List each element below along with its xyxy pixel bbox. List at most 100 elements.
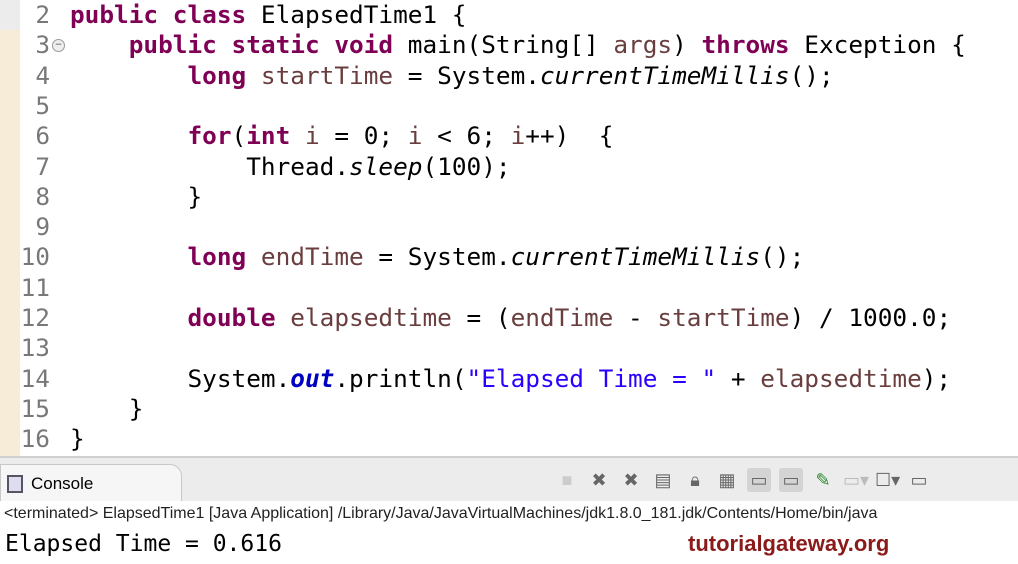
- code-token: startTime: [657, 303, 790, 332]
- code-token: i: [510, 121, 526, 151]
- code-line: 3− public static void main(String[] args…: [0, 30, 1018, 60]
- code-editor[interactable]: 2 public class ElapsedTime1 {3− public st…: [0, 0, 1018, 456]
- show-on-stderr-icon[interactable]: ▭: [779, 468, 803, 492]
- code-token: public class: [70, 0, 261, 29]
- code-token: = 0;: [319, 121, 408, 151]
- code-token: System.: [70, 363, 291, 393]
- code-text: }: [70, 424, 85, 454]
- code-text: for(int i = 0; i < 6; i++) {: [70, 121, 613, 151]
- code-token: Thread.: [70, 151, 350, 181]
- code-token: -: [613, 303, 658, 332]
- code-line: 15 }: [0, 394, 1018, 424]
- code-token: throws: [701, 30, 805, 60]
- word-wrap-icon[interactable]: ▦: [715, 468, 739, 492]
- clear-console-icon[interactable]: ▤: [651, 468, 675, 492]
- code-text: }: [70, 182, 202, 212]
- code-token: );: [921, 363, 952, 393]
- open-console-icon[interactable]: ☐▾: [875, 468, 900, 492]
- code-token: ) / 1000.0;: [789, 303, 952, 332]
- code-token: ): [672, 30, 702, 60]
- fold-icon[interactable]: −: [52, 39, 65, 53]
- code-token: Exception {: [804, 30, 966, 60]
- line-number: 15: [20, 393, 50, 423]
- console-output: Elapsed Time = 0.616: [5, 531, 282, 557]
- code-text: public class ElapsedTime1 {: [70, 0, 467, 30]
- code-token: long: [187, 242, 261, 272]
- remove-all-terminated-icon[interactable]: ✖: [619, 468, 643, 492]
- code-line: 6 for(int i = 0; i < 6; i++) {: [0, 121, 1018, 151]
- line-number: 14: [20, 363, 50, 393]
- code-token: int: [246, 121, 305, 151]
- line-number: 8: [35, 181, 50, 211]
- code-token: .println(: [334, 363, 467, 393]
- code-line: 16}: [0, 424, 1018, 454]
- line-number: 6: [35, 121, 50, 151]
- code-text: long endTime = System.currentTimeMillis(…: [70, 242, 804, 272]
- minimize-icon[interactable]: ▭: [907, 468, 931, 492]
- code-line: 8 }: [0, 182, 1018, 212]
- line-number: 3: [35, 30, 50, 60]
- code-token: ();: [760, 242, 805, 272]
- code-token: < 6;: [422, 121, 511, 151]
- code-token: +: [716, 363, 761, 393]
- code-token: (: [231, 121, 247, 151]
- console-icon: [7, 475, 23, 493]
- code-token: = (: [451, 303, 511, 332]
- line-number: 2: [35, 0, 50, 29]
- code-line: 4 long startTime = System.currentTimeMil…: [0, 61, 1018, 91]
- code-token: endTime: [510, 303, 614, 332]
- code-token: }: [70, 424, 85, 454]
- code-token: long: [187, 60, 261, 90]
- code-line: 5: [0, 91, 1018, 121]
- watermark: tutorialgateway.org: [688, 531, 890, 556]
- code-token: ();: [789, 60, 834, 90]
- code-text: System.out.println("Elapsed Time = " + e…: [70, 364, 951, 394]
- terminate-icon[interactable]: ■: [555, 468, 579, 492]
- code-token: currentTimeMillis: [539, 60, 790, 90]
- line-number: 13: [20, 333, 50, 363]
- code-line: 11: [0, 273, 1018, 303]
- remove-launch-icon[interactable]: ✖: [587, 468, 611, 492]
- code-line: 9: [0, 212, 1018, 242]
- code-line: 13: [0, 333, 1018, 363]
- code-token: currentTimeMillis: [510, 242, 761, 272]
- code-token: ++) {: [525, 121, 614, 151]
- line-number: 7: [35, 151, 50, 181]
- line-number: 9: [35, 212, 50, 242]
- code-token: startTime: [260, 60, 394, 90]
- line-number: 12: [20, 303, 50, 332]
- code-line: 12 double elapsedtime = (endTime - start…: [0, 303, 1018, 333]
- code-token: = System.: [363, 242, 511, 272]
- code-text: double elapsedtime = (endTime - startTim…: [70, 303, 951, 333]
- code-line: 14 System.out.println("Elapsed Time = " …: [0, 364, 1018, 394]
- line-number: 4: [35, 60, 50, 90]
- line-number: 5: [35, 90, 50, 120]
- code-token: "Elapsed Time = ": [466, 363, 717, 393]
- code-token: endTime: [260, 242, 364, 272]
- code-line: 10 long endTime = System.currentTimeMill…: [0, 242, 1018, 272]
- code-token: i: [304, 121, 320, 151]
- line-number: 16: [20, 424, 50, 454]
- scroll-lock-icon[interactable]: 🔒︎: [683, 468, 707, 492]
- code-token: sleep: [349, 151, 423, 181]
- tab-label: Console: [31, 474, 94, 493]
- code-token: args: [613, 30, 673, 60]
- console-toolbar: Console ■ ✖ ✖ ▤ 🔒︎ ▦ ▭ ▭ ✎ ▭▾ ☐▾ ▭: [0, 456, 1018, 503]
- code-token: for: [187, 121, 232, 151]
- show-on-stdout-icon[interactable]: ▭: [747, 468, 771, 492]
- tab-console[interactable]: Console: [0, 464, 182, 503]
- line-number: 11: [20, 272, 50, 302]
- code-text: Thread.sleep(100);: [70, 151, 510, 182]
- code-token: }: [70, 393, 144, 423]
- code-token: = System.: [393, 60, 540, 90]
- code-line: 7 Thread.sleep(100);: [0, 152, 1018, 182]
- code-token: elapsedtime: [290, 303, 452, 332]
- display-console-icon[interactable]: ▭▾: [843, 468, 869, 492]
- pin-console-icon[interactable]: ✎: [811, 468, 835, 492]
- console-view: Console ■ ✖ ✖ ▤ 🔒︎ ▦ ▭ ▭ ✎ ▭▾ ☐▾ ▭ <term…: [0, 456, 1018, 564]
- code-token: ElapsedTime1 {: [260, 0, 467, 29]
